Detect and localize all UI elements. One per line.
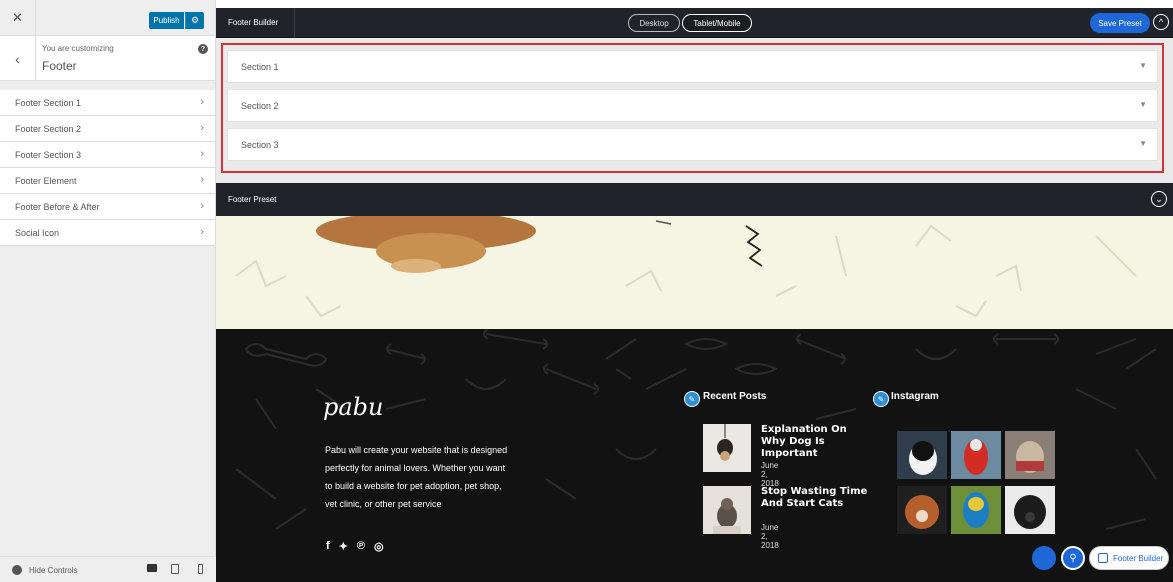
post-thumbnail[interactable] (703, 424, 751, 472)
sidebar-item-footer-section-2[interactable]: Footer Section 2 › (0, 116, 215, 142)
customizer-footer: Hide Controls (0, 556, 216, 582)
sidebar-item-footer-element[interactable]: Footer Element › (0, 168, 215, 194)
site-logo: pabu (323, 393, 384, 421)
hide-controls-button[interactable]: Hide Controls (29, 566, 77, 575)
caret-down-icon[interactable]: ▼ (1139, 100, 1147, 109)
pinterest-icon[interactable]: ℗ (357, 540, 365, 553)
sidebar-item-footer-section-3[interactable]: Footer Section 3 › (0, 142, 215, 168)
save-preset-button[interactable]: Save Preset (1090, 13, 1150, 33)
customizer-topbar: ✕ Publish ⚙ (0, 0, 215, 36)
footer-builder-toggle[interactable]: Footer Builder (1089, 546, 1169, 570)
caret-down-icon[interactable]: ▼ (1139, 139, 1147, 148)
sidebar-item-footer-section-1[interactable]: Footer Section 1 › (0, 90, 215, 116)
chevron-up-icon[interactable]: ^ (1153, 14, 1169, 30)
post-title[interactable]: Stop Wasting Time And Start Cats (761, 486, 871, 510)
section-header: ‹ You are customizing Footer ? (0, 36, 215, 81)
post-thumbnail[interactable] (703, 486, 751, 534)
footer-preset-bar: Footer Preset ⌄ (216, 183, 1173, 216)
back-icon[interactable]: ‹ (0, 36, 36, 81)
chevron-right-icon: › (200, 226, 204, 238)
section-row-2[interactable]: Section 2 ▼ (228, 90, 1157, 121)
tab-tablet-mobile[interactable]: Tablet/Mobile (682, 14, 752, 32)
sidebar-item-label: Footer Section 1 (15, 98, 82, 108)
instagram-photo[interactable] (897, 431, 947, 479)
section-title: Footer (42, 59, 77, 73)
sidebar-item-footer-before-after[interactable]: Footer Before & After › (0, 194, 215, 220)
footer-builder-bar: Footer Builder Desktop Tablet/Mobile Sav… (216, 8, 1173, 38)
panel-list: Footer Section 1 › Footer Section 2 › Fo… (0, 90, 215, 246)
instagram-photo[interactable] (951, 486, 1001, 534)
instagram-photo[interactable] (1005, 431, 1055, 479)
footer-about-text: Pabu will create your website that is de… (325, 445, 508, 509)
close-icon[interactable]: ✕ (0, 0, 36, 36)
banner-pattern (235, 216, 1137, 318)
recent-posts-title: Recent Posts (703, 391, 767, 402)
instagram-title: Instagram (891, 391, 939, 402)
desktop-preview-icon[interactable] (147, 564, 157, 572)
sidebar-item-label: Footer Before & After (15, 202, 100, 212)
tab-desktop[interactable]: Desktop (628, 14, 680, 32)
post-title[interactable]: Explanation On Why Dog Is Important (761, 424, 871, 460)
floating-action-button[interactable] (1032, 546, 1056, 570)
section-label: Section 3 (241, 140, 279, 150)
edit-pencil-icon[interactable]: ✎ (684, 391, 700, 407)
sitemap-icon[interactable]: ⚲ (1061, 546, 1085, 570)
footer-builder-label: Footer Builder (1113, 553, 1164, 563)
twitter-icon[interactable]: ✦ (339, 540, 348, 553)
section-row-3[interactable]: Section 3 ▼ (228, 129, 1157, 160)
caret-down-icon[interactable]: ▼ (1139, 61, 1147, 70)
customizer-sidebar: ✕ Publish ⚙ ‹ You are customizing Footer… (0, 0, 216, 582)
chevron-right-icon: › (200, 174, 204, 186)
mobile-preview-icon[interactable] (198, 564, 203, 574)
list-icon (1098, 553, 1108, 563)
hide-controls-icon[interactable] (12, 565, 22, 575)
chevron-right-icon: › (200, 200, 204, 212)
instagram-icon[interactable]: ◎ (374, 540, 384, 553)
chevron-down-icon[interactable]: ⌄ (1151, 191, 1167, 207)
customizing-label: You are customizing (42, 44, 114, 53)
help-icon[interactable]: ? (198, 44, 208, 54)
section-row-1[interactable]: Section 1 ▼ (228, 51, 1157, 82)
chevron-right-icon: › (200, 148, 204, 160)
sidebar-item-social-icon[interactable]: Social Icon › (0, 220, 215, 246)
post-date: June 2, 2018 (761, 523, 779, 550)
gear-icon[interactable]: ⚙ (185, 12, 204, 29)
chevron-right-icon: › (200, 122, 204, 134)
sections-panel: Section 1 ▼ Section 2 ▼ Section 3 ▼ (216, 38, 1173, 183)
preset-title: Footer Preset (228, 195, 277, 204)
instagram-photo[interactable] (897, 486, 947, 534)
instagram-photo[interactable] (1005, 486, 1055, 534)
sidebar-item-label: Social Icon (15, 228, 60, 238)
section-label: Section 1 (241, 62, 279, 72)
section-label: Section 2 (241, 101, 279, 111)
sections-highlight: Section 1 ▼ Section 2 ▼ Section 3 ▼ (221, 43, 1164, 173)
sidebar-item-label: Footer Section 2 (15, 124, 82, 134)
preview-banner (216, 216, 1173, 329)
chevron-right-icon: › (200, 96, 204, 108)
publish-button[interactable]: Publish (149, 12, 184, 29)
social-icons: f ✦ ℗ ◎ (326, 540, 384, 553)
instagram-photo[interactable] (951, 431, 1001, 479)
sidebar-item-label: Footer Section 3 (15, 150, 82, 160)
sidebar-item-label: Footer Element (15, 176, 77, 186)
builder-title: Footer Builder (228, 18, 279, 27)
edit-pencil-icon[interactable]: ✎ (873, 391, 889, 407)
post-date: June 2, 2018 (761, 461, 779, 488)
tablet-preview-icon[interactable] (171, 564, 179, 574)
preview-footer: pabu Pabu will create your website that … (216, 329, 1173, 582)
facebook-icon[interactable]: f (326, 540, 330, 553)
